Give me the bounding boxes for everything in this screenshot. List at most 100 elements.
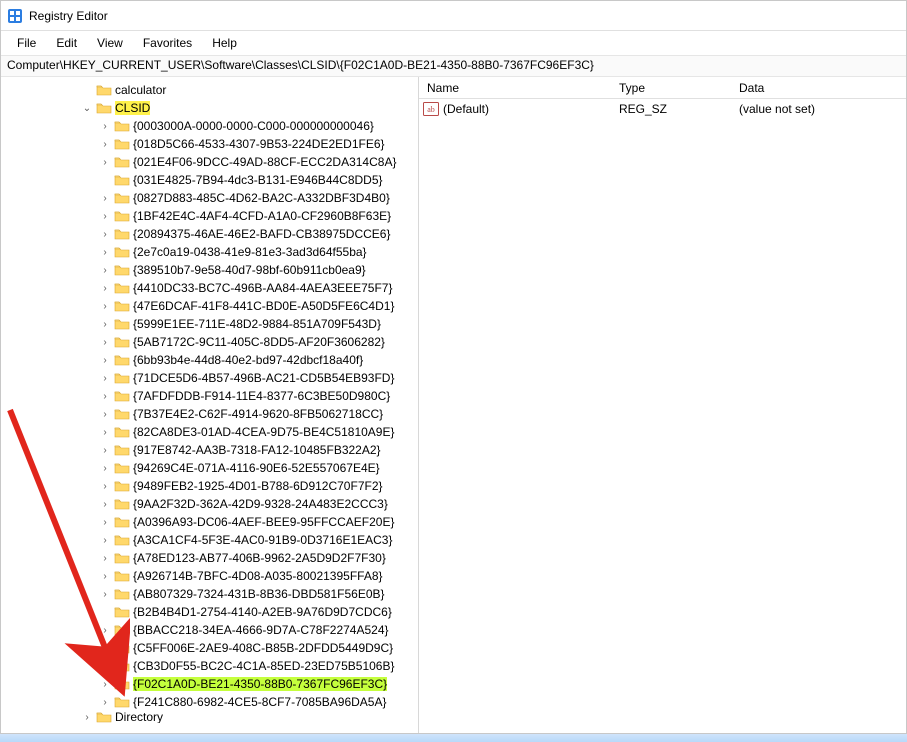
tree-node[interactable]: ›{82CA8DE3-01AD-4CEA-9D75-BE4C51810A9E} xyxy=(1,423,418,441)
menu-help[interactable]: Help xyxy=(202,34,247,52)
chevron-right-icon[interactable]: › xyxy=(99,445,111,456)
tree-node[interactable]: ›{7AFDFDDB-F914-11E4-8377-6C3BE50D980C} xyxy=(1,387,418,405)
chevron-right-icon[interactable]: › xyxy=(99,229,111,240)
chevron-right-icon[interactable]: › xyxy=(99,463,111,474)
tree-node[interactable]: ›{5AB7172C-9C11-405C-8DD5-AF20F3606282} xyxy=(1,333,418,351)
tree-node[interactable]: ·calculator xyxy=(1,81,418,99)
tree-node[interactable]: › {018D5C66-4533-4307-9B53-224DE2ED1FE6} xyxy=(1,135,418,153)
chevron-down-icon[interactable]: ⌄ xyxy=(81,103,93,114)
chevron-right-icon[interactable]: › xyxy=(99,301,111,312)
string-value-icon: ab xyxy=(423,102,439,116)
tree-node-label: {021E4F06-9DCC-49AD-88CF-ECC2DA314C8A} xyxy=(133,155,396,169)
tree-node[interactable]: ›{2e7c0a19-0438-41e9-81e3-3ad3d64f55ba} xyxy=(1,243,418,261)
tree-node[interactable]: › {20894375-46AE-46E2-BAFD-CB38975DCCE6} xyxy=(1,225,418,243)
tree-node-label: {71DCE5D6-4B57-496B-AC21-CD5B54EB93FD} xyxy=(133,371,394,385)
folder-icon xyxy=(114,263,130,277)
column-header-name[interactable]: Name xyxy=(419,81,619,95)
chevron-right-icon[interactable]: › xyxy=(99,283,111,294)
chevron-right-icon[interactable]: › xyxy=(99,121,111,132)
tree-node[interactable]: ›{9AA2F32D-362A-42D9-9328-24A483E2CCC3} xyxy=(1,495,418,513)
chevron-right-icon[interactable]: › xyxy=(99,373,111,384)
tree-node[interactable]: ›{7B37E4E2-C62F-4914-9620-8FB5062718CC} xyxy=(1,405,418,423)
tree-node[interactable]: ·{031E4825-7B94-4dc3-B131-E946B44C8DD5} xyxy=(1,171,418,189)
chevron-right-icon[interactable]: › xyxy=(99,481,111,492)
menu-edit[interactable]: Edit xyxy=(46,34,87,52)
column-header-type[interactable]: Type xyxy=(619,81,739,95)
chevron-right-icon[interactable]: › xyxy=(99,625,111,636)
tree-node[interactable]: › {71DCE5D6-4B57-496B-AC21-CD5B54EB93FD} xyxy=(1,369,418,387)
chevron-right-icon[interactable]: › xyxy=(99,193,111,204)
tree-node[interactable]: ›{A926714B-7BFC-4D08-A035-80021395FFA8} xyxy=(1,567,418,585)
tree-node[interactable]: ›{47E6DCAF-41F8-441C-BD0E-A50D5FE6C4D1} xyxy=(1,297,418,315)
tree-node-label: {4410DC33-BC7C-496B-AA84-4AEA3EEE75F7} xyxy=(133,281,393,295)
tree-node[interactable]: ›{6bb93b4e-44d8-40e2-bd97-42dbcf18a40f} xyxy=(1,351,418,369)
chevron-right-icon[interactable]: › xyxy=(99,499,111,510)
chevron-right-icon[interactable]: › xyxy=(99,643,111,654)
chevron-right-icon[interactable]: › xyxy=(99,661,111,672)
menu-favorites[interactable]: Favorites xyxy=(133,34,202,52)
tree-node[interactable]: ›{A0396A93-DC06-4AEF-BEE9-95FFCCAEF20E} xyxy=(1,513,418,531)
address-bar[interactable]: Computer\HKEY_CURRENT_USER\Software\Clas… xyxy=(1,55,906,77)
tree-node[interactable]: ›{F02C1A0D-BE21-4350-88B0-7367FC96EF3C} xyxy=(1,675,418,693)
folder-icon xyxy=(114,497,130,511)
chevron-right-icon[interactable]: › xyxy=(99,391,111,402)
chevron-right-icon[interactable]: › xyxy=(99,697,111,708)
tree-node[interactable]: ›{1BF42E4C-4AF4-4CFD-A1A0-CF2960B8F63E} xyxy=(1,207,418,225)
chevron-right-icon[interactable]: › xyxy=(99,211,111,222)
tree-node[interactable]: ›{CB3D0F55-BC2C-4C1A-85ED-23ED75B5106B} xyxy=(1,657,418,675)
chevron-right-icon[interactable]: › xyxy=(99,679,111,690)
folder-icon xyxy=(96,101,112,115)
folder-icon xyxy=(114,173,130,187)
tree-node[interactable]: ›{9489FEB2-1925-4D01-B788-6D912C70F7F2} xyxy=(1,477,418,495)
chevron-right-icon[interactable]: › xyxy=(99,517,111,528)
chevron-right-icon[interactable]: › xyxy=(99,355,111,366)
folder-icon xyxy=(114,641,130,655)
folder-icon xyxy=(114,389,130,403)
chevron-right-icon[interactable]: › xyxy=(99,247,111,258)
folder-icon xyxy=(114,695,130,709)
chevron-right-icon[interactable]: › xyxy=(99,337,111,348)
tree-node[interactable]: › Directory xyxy=(1,711,418,723)
values-pane: Name Type Data ab (Default) REG_SZ (valu… xyxy=(419,77,906,733)
menu-view[interactable]: View xyxy=(87,34,133,52)
tree-node-label: {A78ED123-AB77-406B-9962-2A5D9D2F7F30} xyxy=(133,551,386,565)
chevron-right-icon[interactable]: › xyxy=(99,157,111,168)
column-header-data[interactable]: Data xyxy=(739,81,906,95)
tree-node-label: Directory xyxy=(115,711,163,723)
tree-node[interactable]: › {021E4F06-9DCC-49AD-88CF-ECC2DA314C8A} xyxy=(1,153,418,171)
tree-node[interactable]: ›{C5FF006E-2AE9-408C-B85B-2DFDD5449D9C} xyxy=(1,639,418,657)
menu-file[interactable]: File xyxy=(7,34,46,52)
value-row[interactable]: ab (Default) REG_SZ (value not set) xyxy=(419,99,906,119)
chevron-right-icon[interactable]: › xyxy=(99,265,111,276)
chevron-right-icon[interactable]: › xyxy=(99,409,111,420)
chevron-right-icon[interactable]: › xyxy=(81,712,93,723)
tree-node[interactable]: ›{389510b7-9e58-40d7-98bf-60b911cb0ea9} xyxy=(1,261,418,279)
tree-node[interactable]: ›{F241C880-6982-4CE5-8CF7-7085BA96DA5A} xyxy=(1,693,418,711)
tree-node-label: {94269C4E-071A-4116-90E6-52E557067E4E} xyxy=(133,461,380,475)
folder-icon xyxy=(114,137,130,151)
tree-node[interactable]: ›{BBACC218-34EA-4666-9D7A-C78F2274A524} xyxy=(1,621,418,639)
chevron-right-icon[interactable]: › xyxy=(99,139,111,150)
chevron-right-icon[interactable]: › xyxy=(99,427,111,438)
tree-node-label: {018D5C66-4533-4307-9B53-224DE2ED1FE6} xyxy=(133,137,385,151)
tree-node[interactable]: ›{917E8742-AA3B-7318-FA12-10485FB322A2} xyxy=(1,441,418,459)
tree-node-label: {20894375-46AE-46E2-BAFD-CB38975DCCE6} xyxy=(133,227,391,241)
tree-node[interactable]: › {94269C4E-071A-4116-90E6-52E557067E4E} xyxy=(1,459,418,477)
chevron-right-icon[interactable]: › xyxy=(99,589,111,600)
tree-node[interactable]: › {4410DC33-BC7C-496B-AA84-4AEA3EEE75F7} xyxy=(1,279,418,297)
chevron-right-icon[interactable]: › xyxy=(99,571,111,582)
chevron-right-icon[interactable]: › xyxy=(99,535,111,546)
tree-node[interactable]: › {A78ED123-AB77-406B-9962-2A5D9D2F7F30} xyxy=(1,549,418,567)
chevron-right-icon[interactable]: › xyxy=(99,553,111,564)
tree-node[interactable]: ›{0003000A-0000-0000-C000-000000000046} xyxy=(1,117,418,135)
tree-node[interactable]: ›{5999E1EE-711E-48D2-9884-851A709F543D} xyxy=(1,315,418,333)
folder-icon xyxy=(114,299,130,313)
tree-node[interactable]: ›{AB807329-7324-431B-8B36-DBD581F56E0B} xyxy=(1,585,418,603)
tree-node[interactable]: ·{B2B4B4D1-2754-4140-A2EB-9A76D9D7CDC6} xyxy=(1,603,418,621)
tree-node[interactable]: ›{A3CA1CF4-5F3E-4AC0-91B9-0D3716E1EAC3} xyxy=(1,531,418,549)
tree-node[interactable]: ⌄CLSID xyxy=(1,99,418,117)
tree-node[interactable]: ›{0827D883-485C-4D62-BA2C-A332DBF3D4B0} xyxy=(1,189,418,207)
folder-icon xyxy=(114,191,130,205)
tree-pane[interactable]: ·calculator⌄CLSID›{0003000A-0000-0000-C0… xyxy=(1,77,419,733)
chevron-right-icon[interactable]: › xyxy=(99,319,111,330)
